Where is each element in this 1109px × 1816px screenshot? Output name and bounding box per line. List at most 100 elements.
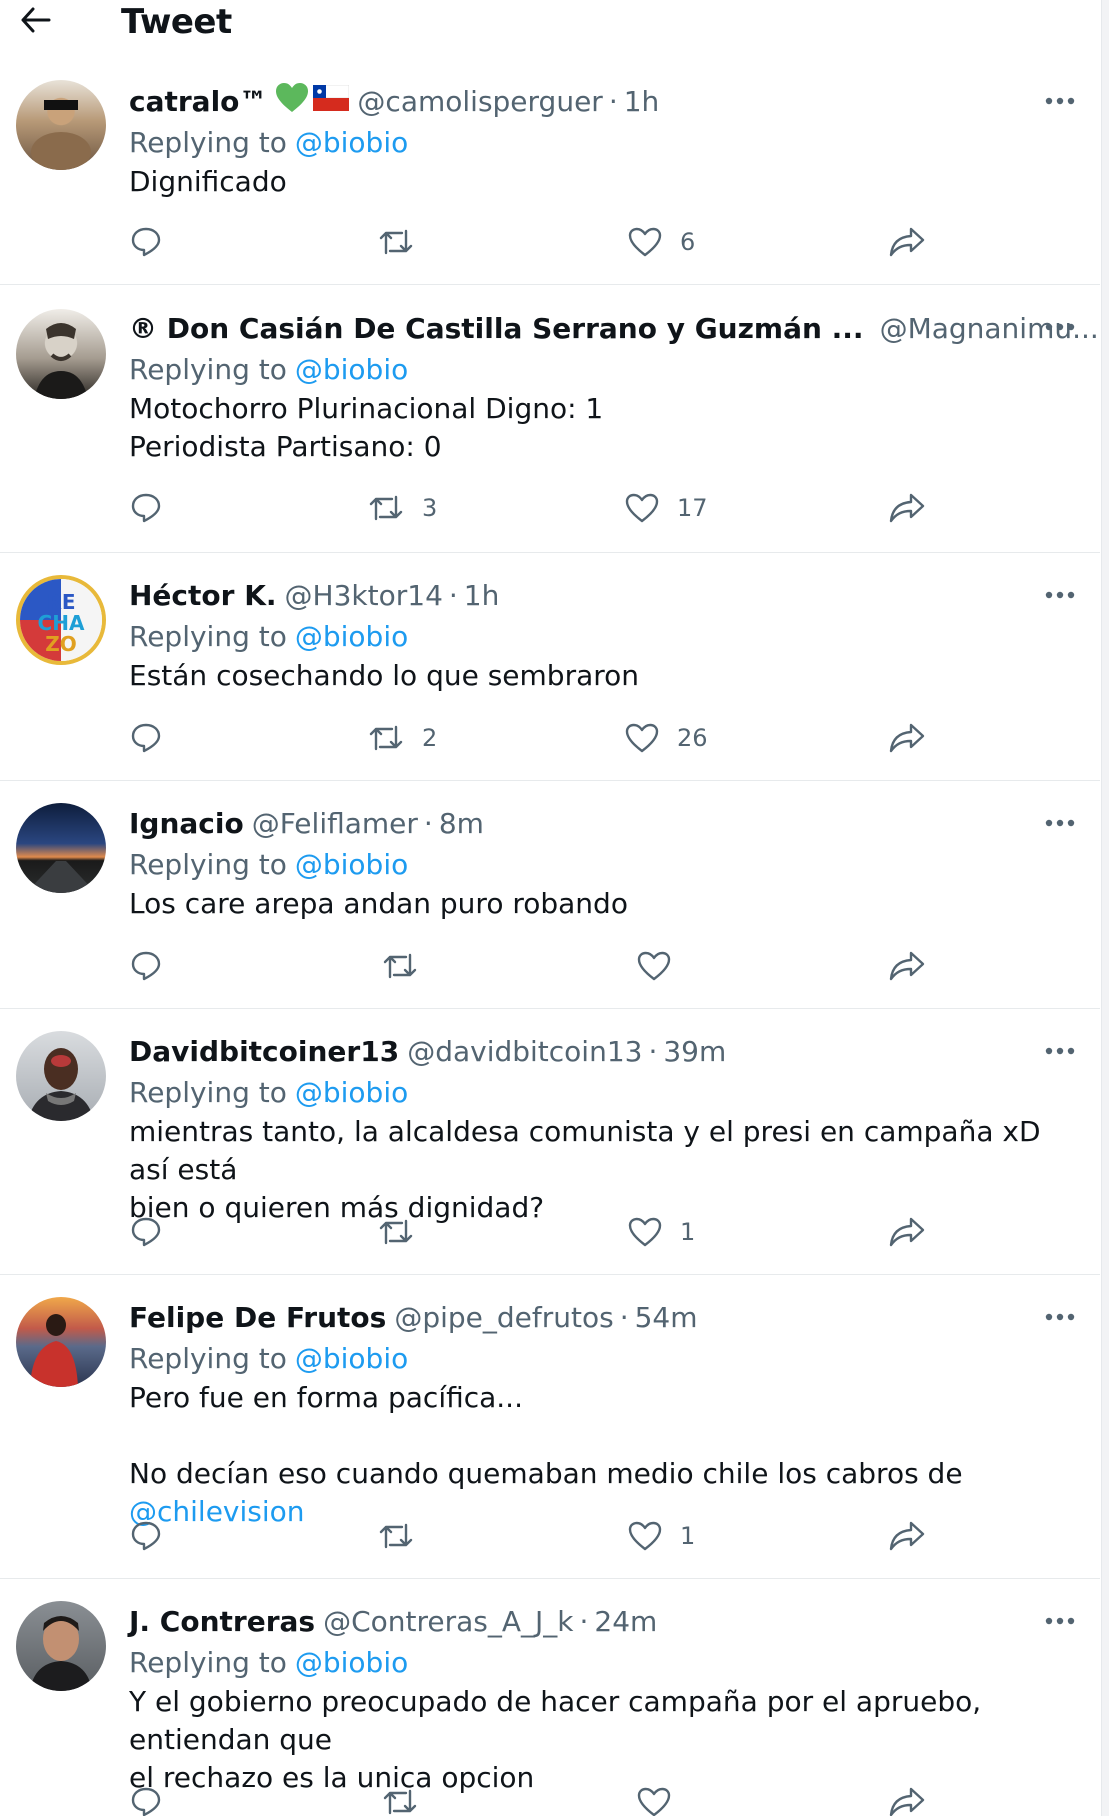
- separator-dot: ·: [619, 1300, 629, 1334]
- share-button[interactable]: [888, 1511, 926, 1561]
- display-name[interactable]: Felipe De Frutos: [129, 1301, 386, 1334]
- tweet-time[interactable]: 1h: [624, 85, 660, 118]
- back-button[interactable]: [16, 2, 56, 42]
- share-button[interactable]: [888, 1777, 926, 1816]
- tweet-time[interactable]: 54m: [635, 1301, 698, 1334]
- reply-button[interactable]: [130, 217, 162, 267]
- share-button[interactable]: [888, 483, 926, 533]
- tweet-text: Están cosechando lo que sembraron: [129, 659, 640, 692]
- separator-dot: ·: [448, 578, 458, 612]
- reply-mention-link[interactable]: @biobio: [295, 1646, 408, 1679]
- user-handle[interactable]: @H3ktor14: [285, 579, 443, 612]
- tweet-time[interactable]: 8m: [439, 807, 484, 840]
- reply-button[interactable]: [130, 1777, 162, 1816]
- tweet-card[interactable]: Felipe De Frutos @pipe_defrutos · 54m Re…: [0, 1275, 1100, 1579]
- more-options-button[interactable]: [1040, 1604, 1080, 1634]
- more-options-button[interactable]: [1040, 310, 1080, 340]
- reply-mention-link[interactable]: @biobio: [295, 848, 408, 881]
- retweet-button[interactable]: [382, 1777, 436, 1816]
- user-handle[interactable]: @Contreras_A_J_k: [323, 1605, 573, 1638]
- more-options-button[interactable]: [1040, 578, 1080, 608]
- reply-mention-link[interactable]: @biobio: [295, 1342, 408, 1375]
- replying-to-label: Replying to: [129, 1075, 287, 1109]
- retweet-icon: [368, 723, 404, 753]
- tweet-actions: [0, 941, 1100, 991]
- share-button[interactable]: [888, 713, 926, 763]
- green-heart-icon: [275, 82, 309, 120]
- tweet-card[interactable]: catralo™ @camolisperguer · 1h Replying t…: [0, 50, 1100, 285]
- reply-button[interactable]: [130, 1511, 162, 1561]
- share-button[interactable]: [888, 217, 926, 267]
- like-button[interactable]: 17: [625, 483, 708, 533]
- tweet-meta: Ignacio @Feliflamer · 8m: [129, 803, 1079, 843]
- more-options-button[interactable]: [1040, 806, 1080, 836]
- like-button[interactable]: 1: [628, 1511, 695, 1561]
- tweet-card[interactable]: Davidbitcoiner13 @davidbitcoin13 · 39m R…: [0, 1009, 1100, 1275]
- tweet-actions: 6: [0, 217, 1100, 267]
- display-name[interactable]: catralo™: [129, 85, 267, 118]
- display-name[interactable]: Héctor K.: [129, 579, 277, 612]
- replying-to: Replying to @biobio: [129, 1641, 1079, 1683]
- avatar[interactable]: RE CHA ZO: [16, 575, 106, 665]
- tweet-meta: Héctor K. @H3ktor14 · 1h: [129, 575, 1079, 615]
- reply-button[interactable]: [130, 483, 162, 533]
- avatar[interactable]: [16, 80, 106, 170]
- user-handle[interactable]: @Feliflamer: [252, 807, 418, 840]
- display-name[interactable]: ® Don Casián De Castilla Serrano y Guzmá…: [129, 312, 864, 345]
- more-options-button[interactable]: [1040, 84, 1080, 114]
- share-button[interactable]: [888, 1207, 926, 1257]
- like-count: 26: [677, 724, 708, 752]
- user-handle[interactable]: @camolisperguer: [357, 85, 602, 118]
- reply-mention-link[interactable]: @biobio: [295, 1076, 408, 1109]
- retweet-button[interactable]: [378, 1511, 432, 1561]
- like-button[interactable]: 1: [628, 1207, 695, 1257]
- replying-to: Replying to @biobio: [129, 1337, 1079, 1379]
- more-options-button[interactable]: [1040, 1034, 1080, 1064]
- more-options-button[interactable]: [1040, 1300, 1080, 1330]
- tweet-meta: ® Don Casián De Castilla Serrano y Guzmá…: [129, 308, 1099, 348]
- reply-button[interactable]: [130, 941, 162, 991]
- retweet-button[interactable]: [378, 217, 432, 267]
- avatar[interactable]: [16, 309, 106, 399]
- like-count: 1: [680, 1522, 696, 1550]
- retweet-button[interactable]: [382, 941, 436, 991]
- retweet-button[interactable]: [378, 1207, 432, 1257]
- more-dots-icon: [1045, 1306, 1075, 1325]
- like-button[interactable]: 26: [625, 713, 708, 763]
- tweet-card[interactable]: RE CHA ZO Héctor K. @H3ktor14 · 1h Replyin…: [0, 553, 1100, 781]
- reply-bubble-icon: [130, 226, 162, 258]
- reply-button[interactable]: [130, 1207, 162, 1257]
- replying-to: Replying to @biobio: [129, 1071, 1079, 1113]
- like-button[interactable]: [637, 941, 689, 991]
- avatar[interactable]: [16, 1601, 106, 1691]
- tweet-time[interactable]: 1h: [464, 579, 500, 612]
- user-handle[interactable]: @pipe_defrutos: [394, 1301, 613, 1334]
- avatar[interactable]: [16, 1031, 106, 1121]
- reply-mention-link[interactable]: @biobio: [295, 620, 408, 653]
- like-button[interactable]: [637, 1777, 689, 1816]
- share-button[interactable]: [888, 941, 926, 991]
- reply-button[interactable]: [130, 713, 162, 763]
- tweet-card[interactable]: Ignacio @Feliflamer · 8m Replying to @bi…: [0, 781, 1100, 1009]
- like-button[interactable]: 6: [628, 217, 695, 267]
- tweet-time[interactable]: 39m: [663, 1035, 726, 1068]
- tweet-card[interactable]: J. Contreras @Contreras_A_J_k · 24m Repl…: [0, 1579, 1100, 1816]
- display-name[interactable]: Davidbitcoiner13: [129, 1035, 399, 1068]
- replying-to-label: Replying to: [129, 619, 287, 653]
- tweet-card[interactable]: ® Don Casián De Castilla Serrano y Guzmá…: [0, 285, 1100, 553]
- separator-dot: ·: [608, 84, 618, 118]
- avatar[interactable]: [16, 803, 106, 893]
- retweet-button[interactable]: 2: [368, 713, 437, 763]
- display-name[interactable]: J. Contreras: [129, 1605, 315, 1638]
- avatar[interactable]: [16, 1297, 106, 1387]
- retweet-button[interactable]: 3: [368, 483, 437, 533]
- more-dots-icon: [1045, 1040, 1075, 1059]
- display-name[interactable]: Ignacio: [129, 807, 244, 840]
- reply-mention-link[interactable]: @biobio: [295, 353, 408, 386]
- avatar-text-zo: ZO: [45, 632, 77, 656]
- user-handle[interactable]: @davidbitcoin13: [407, 1035, 642, 1068]
- like-count: 6: [680, 228, 696, 256]
- tweet-time[interactable]: 24m: [594, 1605, 657, 1638]
- reply-mention-link[interactable]: @biobio: [295, 126, 408, 159]
- scrollbar-track[interactable]: [1101, 0, 1109, 1816]
